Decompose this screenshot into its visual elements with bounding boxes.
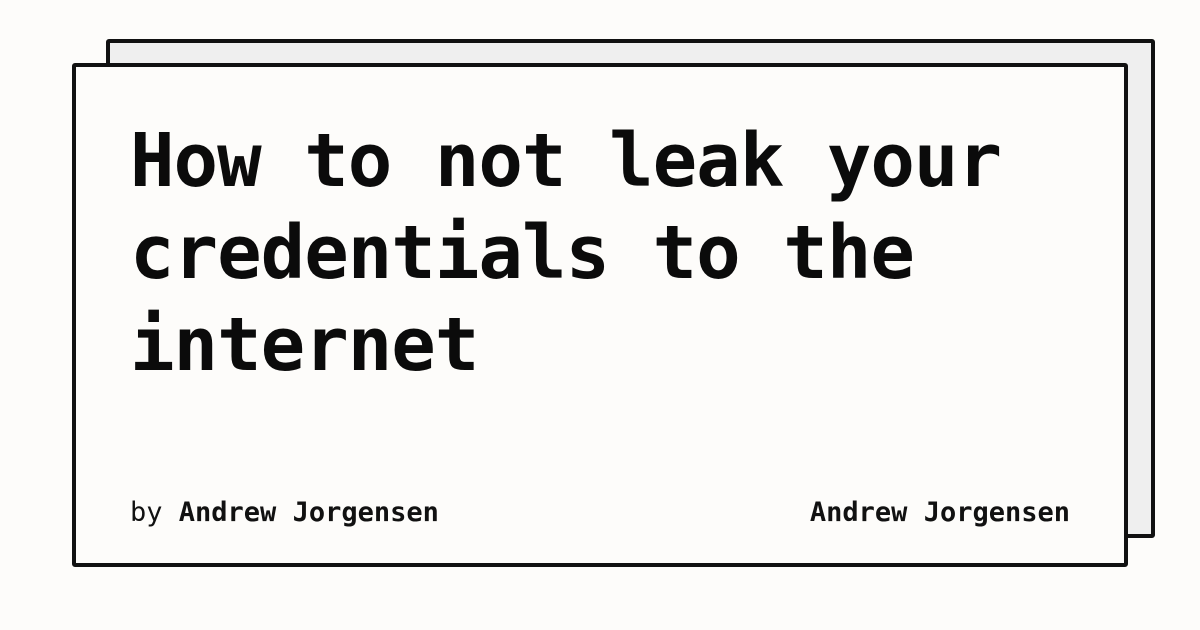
byline: by Andrew Jorgensen <box>130 497 439 529</box>
byline-author: Andrew Jorgensen <box>178 497 439 528</box>
post-title: How to not leak your credentials to the … <box>130 118 1002 388</box>
byline-prefix: by <box>130 497 163 528</box>
social-card-canvas: How to not leak your credentials to the … <box>0 0 1200 630</box>
main-card: How to not leak your credentials to the … <box>72 63 1128 567</box>
site-name: Andrew Jorgensen <box>809 497 1070 528</box>
